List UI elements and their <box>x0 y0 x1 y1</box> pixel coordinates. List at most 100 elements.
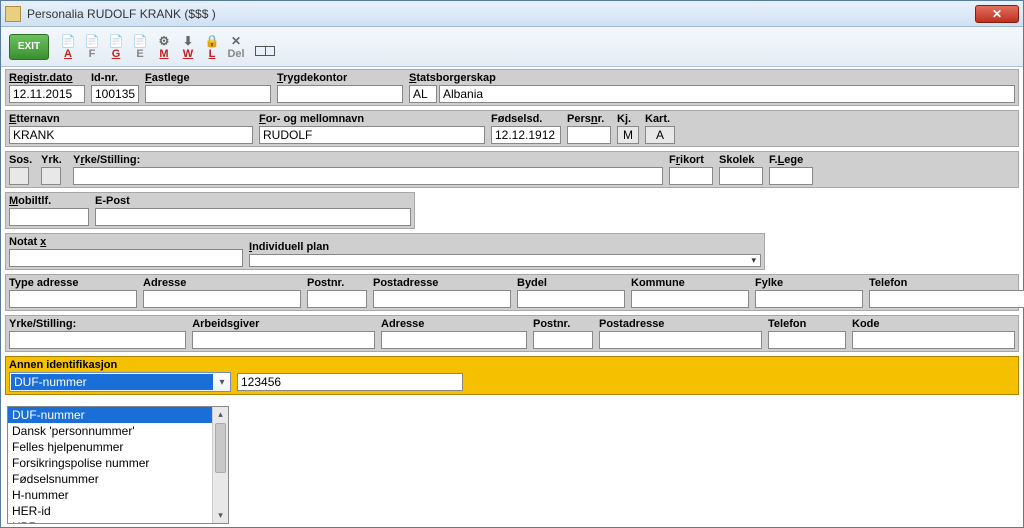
trygdekontor-input[interactable] <box>277 85 403 103</box>
plan-select[interactable]: ▾ <box>249 254 761 267</box>
fodselsd-input[interactable] <box>491 126 561 144</box>
app-icon <box>5 6 21 22</box>
otherid-selected-text: DUF-nummer <box>11 374 213 390</box>
emp-telefon-label: Telefon <box>768 318 846 331</box>
addr-type-input[interactable] <box>9 290 137 308</box>
addr-postnr-label: Postnr. <box>307 277 367 290</box>
mobil-input[interactable] <box>9 208 89 226</box>
emp-postadresse-label: Postadresse <box>599 318 762 331</box>
idnr-label: Id-nr. <box>91 72 139 85</box>
skolek-label: Skolek <box>719 154 763 167</box>
epost-input[interactable] <box>95 208 411 226</box>
toolbar-btn-a[interactable]: 📄A <box>57 34 79 60</box>
emp-arbeidsgiver-input[interactable] <box>192 331 375 349</box>
scroll-down-icon[interactable]: ▾ <box>213 508 228 523</box>
close-button[interactable]: ✕ <box>975 5 1019 23</box>
emp-adresse-label: Adresse <box>381 318 527 331</box>
dropdown-option[interactable]: Fødselsnummer <box>8 471 228 487</box>
window-title: Personalia RUDOLF KRANK ($$$ ) <box>27 7 975 21</box>
dropdown-option[interactable]: DUF-nummer <box>8 407 228 423</box>
kj-input[interactable] <box>617 126 639 144</box>
emp-postnr-label: Postnr. <box>533 318 593 331</box>
persnr-input[interactable] <box>567 126 611 144</box>
etternavn-input[interactable] <box>9 126 253 144</box>
idnr-input[interactable] <box>91 85 139 103</box>
kart-label: Kart. <box>645 113 675 126</box>
sos-box[interactable] <box>9 167 29 185</box>
toolbar-btn-g[interactable]: 📄G <box>105 34 127 60</box>
dropdown-option[interactable]: HER-id <box>8 503 228 519</box>
name-section: Etternavn For- og mellomnavn Fødselsd. P… <box>5 110 1019 147</box>
other-id-section: Annen identifikasjon DUF-nummer ▾ <box>5 356 1019 395</box>
stats-name-input[interactable] <box>439 85 1015 103</box>
scroll-thumb[interactable] <box>215 423 226 473</box>
emp-kode-label: Kode <box>852 318 1015 331</box>
toolbar-btn-m[interactable]: ⚙M <box>153 34 175 60</box>
addr-fylke-label: Fylke <box>755 277 863 290</box>
regdato-input[interactable] <box>9 85 85 103</box>
addr-kommune-label: Kommune <box>631 277 749 290</box>
notat-input[interactable] <box>9 249 243 267</box>
emp-postnr-input[interactable] <box>533 331 593 349</box>
dropdown-option[interactable]: H-nummer <box>8 487 228 503</box>
addr-adresse-input[interactable] <box>143 290 301 308</box>
kj-label: Kj. <box>617 113 639 126</box>
dropdown-option[interactable]: Felles hjelpenummer <box>8 439 228 455</box>
addr-type-label: Type adresse <box>9 277 137 290</box>
addr-bydel-label: Bydel <box>517 277 625 290</box>
frikort-input[interactable] <box>669 167 713 185</box>
otherid-type-select[interactable]: DUF-nummer ▾ <box>9 372 231 392</box>
addr-adresse-label: Adresse <box>143 277 301 290</box>
stats-code-input[interactable] <box>409 85 437 103</box>
addr-postadresse-input[interactable] <box>373 290 511 308</box>
yrkcode-label: Yrk. <box>41 154 67 167</box>
emp-telefon-input[interactable] <box>768 331 846 349</box>
addr-postnr-input[interactable] <box>307 290 367 308</box>
dropdown-scrollbar[interactable]: ▴ ▾ <box>212 407 228 523</box>
dropdown-option[interactable]: Forsikringspolise nummer <box>8 455 228 471</box>
emp-yrke-label: Yrke/Stilling: <box>9 318 186 331</box>
toolbar-btn-e[interactable]: 📄E <box>129 34 151 60</box>
addr-fylke-input[interactable] <box>755 290 863 308</box>
emp-arbeidsgiver-label: Arbeidsgiver <box>192 318 375 331</box>
addr-telefon-label: Telefon <box>869 277 1024 290</box>
employer-section: Yrke/Stilling: Arbeidsgiver Adresse Post… <box>5 315 1019 352</box>
emp-yrke-input[interactable] <box>9 331 186 349</box>
emp-postadresse-input[interactable] <box>599 331 762 349</box>
scroll-up-icon[interactable]: ▴ <box>213 407 228 422</box>
contact-section: Mobiltlf. E-Post <box>5 192 415 229</box>
epost-label: E-Post <box>95 195 411 208</box>
emp-kode-input[interactable] <box>852 331 1015 349</box>
titlebar: Personalia RUDOLF KRANK ($$$ ) ✕ <box>1 1 1023 27</box>
skolek-input[interactable] <box>719 167 763 185</box>
toolbar-btn-del[interactable]: ✕Del <box>225 34 247 60</box>
addr-postadresse-label: Postadresse <box>373 277 511 290</box>
notes-section: Notat x Individuell plan ▾ <box>5 233 765 270</box>
flege-input[interactable] <box>769 167 813 185</box>
addr-bydel-input[interactable] <box>517 290 625 308</box>
otherid-dropdown[interactable]: DUF-nummer Dansk 'personnummer' Felles h… <box>7 406 229 524</box>
toolbar-btn-w[interactable]: ⬇W <box>177 34 199 60</box>
fornavn-input[interactable] <box>259 126 485 144</box>
addr-kommune-input[interactable] <box>631 290 749 308</box>
work-section: Sos. Yrk. Yrke/Stilling: Frikort Skolek … <box>5 151 1019 188</box>
sos-label: Sos. <box>9 154 35 167</box>
yrke-input[interactable] <box>73 167 663 185</box>
dropdown-option[interactable]: Dansk 'personnummer' <box>8 423 228 439</box>
toolbar: EXIT 📄A 📄F 📄G 📄E ⚙M ⬇W 🔒L ✕Del <box>1 27 1023 67</box>
pages-icon[interactable] <box>255 46 275 56</box>
emp-adresse-input[interactable] <box>381 331 527 349</box>
regdato-label: Registr.dato <box>9 72 73 84</box>
dropdown-option[interactable]: HPR-nummer <box>8 519 228 524</box>
otherid-value-input[interactable] <box>237 373 463 391</box>
address-section: Type adresse Adresse Postnr. Postadresse… <box>5 274 1019 311</box>
yrk-box[interactable] <box>41 167 61 185</box>
kart-input[interactable] <box>645 126 675 144</box>
exit-button[interactable]: EXIT <box>9 34 49 60</box>
fastlege-input[interactable] <box>145 85 271 103</box>
chevron-down-icon: ▾ <box>214 377 230 388</box>
addr-telefon-input[interactable] <box>869 290 1024 308</box>
toolbar-btn-l[interactable]: 🔒L <box>201 34 223 60</box>
toolbar-btn-f[interactable]: 📄F <box>81 34 103 60</box>
registration-section: Registr.dato Id-nr. Fastlege Trygdekonto… <box>5 69 1019 106</box>
